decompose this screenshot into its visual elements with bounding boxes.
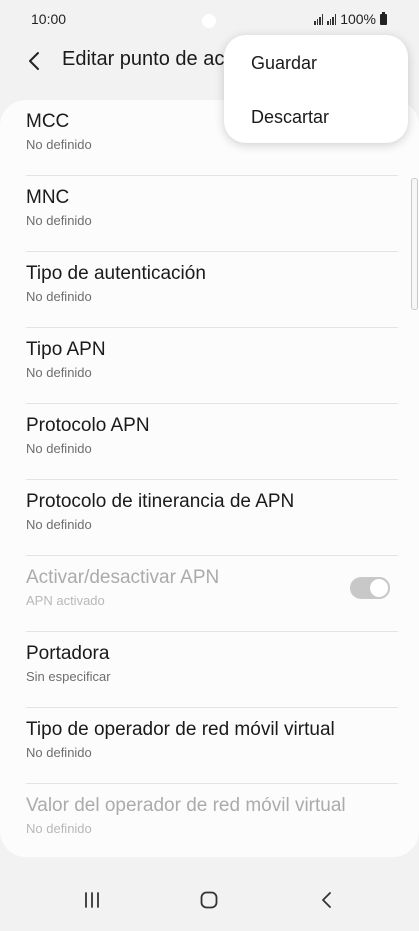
item-subtitle: No definido xyxy=(26,745,92,760)
item-title: Activar/desactivar APN xyxy=(26,567,220,588)
navigation-bar xyxy=(0,870,419,931)
list-item-auth-type[interactable]: Tipo de autenticación No definido xyxy=(26,252,398,328)
scrollbar[interactable] xyxy=(411,178,418,310)
status-time: 10:00 xyxy=(31,11,67,27)
item-title: Valor del operador de red móvil virtual xyxy=(26,795,346,816)
item-title: Portadora xyxy=(26,643,110,664)
item-title: Tipo de operador de red móvil virtual xyxy=(26,719,335,740)
item-subtitle: Sin especificar xyxy=(26,669,111,684)
save-menu-item[interactable]: Guardar xyxy=(251,53,317,74)
list-item-apn-protocol[interactable]: Protocolo APN No definido xyxy=(26,404,398,480)
item-subtitle: No definido xyxy=(26,441,92,456)
camera-cutout xyxy=(202,14,216,28)
list-item-apn-type[interactable]: Tipo APN No definido xyxy=(26,328,398,404)
signal-icon xyxy=(327,13,337,25)
home-icon[interactable] xyxy=(191,888,227,912)
battery-percent: 100% xyxy=(340,11,376,27)
signal-icon xyxy=(314,13,324,25)
list-item-apn-toggle: Activar/desactivar APN APN activado xyxy=(26,556,398,632)
list-item-mnc[interactable]: MNC No definido xyxy=(26,176,398,252)
item-subtitle: No definido xyxy=(26,821,92,836)
list-item-roaming-protocol[interactable]: Protocolo de itinerancia de APN No defin… xyxy=(26,480,398,556)
item-title: Tipo de autenticación xyxy=(26,263,206,284)
list-item-mvno-type[interactable]: Tipo de operador de red móvil virtual No… xyxy=(26,708,398,784)
list-item-bearer[interactable]: Portadora Sin especificar xyxy=(26,632,398,708)
item-subtitle: No definido xyxy=(26,137,92,152)
battery-icon xyxy=(380,11,387,25)
item-title: Protocolo APN xyxy=(26,415,150,436)
back-icon[interactable] xyxy=(309,888,345,912)
item-subtitle: No definido xyxy=(26,213,92,228)
item-subtitle: No definido xyxy=(26,289,92,304)
apn-toggle-switch xyxy=(350,577,390,599)
overflow-menu: Guardar Descartar xyxy=(224,35,408,143)
toggle-knob xyxy=(368,577,390,599)
item-title: MNC xyxy=(26,187,70,208)
recent-apps-icon[interactable] xyxy=(74,888,110,912)
settings-list: MCC No definido MNC No definido Tipo de … xyxy=(0,100,419,857)
status-bar: 10:00 100% xyxy=(0,0,419,36)
item-title: Tipo APN xyxy=(26,339,106,360)
item-subtitle: No definido xyxy=(26,365,92,380)
item-title: MCC xyxy=(26,111,70,132)
page-title: Editar punto de acceso xyxy=(62,48,232,70)
item-title: Protocolo de itinerancia de APN xyxy=(26,491,295,512)
list-item-mvno-value: Valor del operador de red móvil virtual … xyxy=(26,784,398,857)
item-subtitle: No definido xyxy=(26,517,92,532)
chevron-left-icon[interactable] xyxy=(23,49,47,73)
status-indicators: 100% xyxy=(314,11,387,27)
discard-menu-item[interactable]: Descartar xyxy=(251,107,329,128)
item-subtitle: APN activado xyxy=(26,593,105,608)
